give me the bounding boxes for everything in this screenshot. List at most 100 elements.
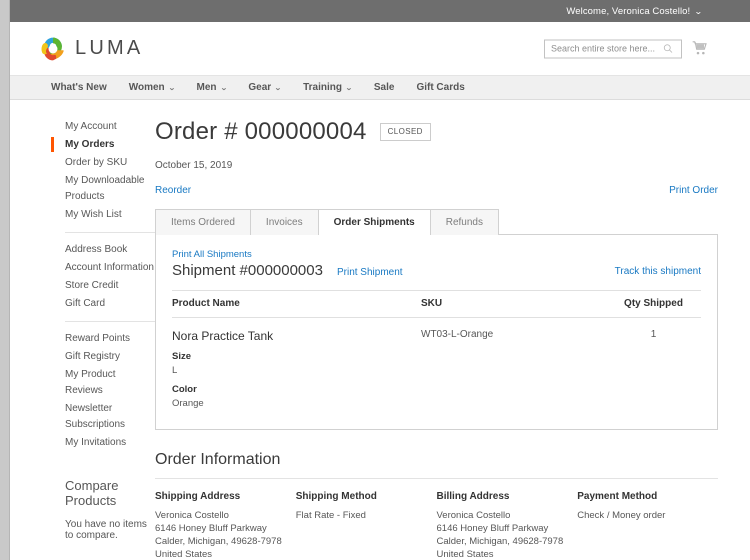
- product-name: Nora Practice Tank: [172, 329, 274, 343]
- tab-order-shipments[interactable]: Order Shipments: [317, 209, 431, 236]
- option-value-color: Orange: [172, 398, 204, 409]
- sidebar-divider-2: [65, 321, 155, 322]
- nav-item-label: Training: [303, 82, 342, 93]
- tab-invoices[interactable]: Invoices: [249, 209, 319, 235]
- account-nav-group-2: Address Book Account Information Store C…: [55, 241, 155, 313]
- shipping-address-heading: Shipping Address: [155, 491, 241, 502]
- search-icon[interactable]: [663, 44, 673, 54]
- order-actions: Reorder Print Order: [155, 185, 718, 196]
- shipment-header: Shipment #000000003 Print Shipment Track…: [172, 262, 701, 279]
- sidebar-item-my-account[interactable]: My Account: [55, 118, 155, 136]
- shipping-method-value: Flat Rate - Fixed: [295, 510, 366, 521]
- shipping-address-line: Calder, Michigan, 49628-7978: [155, 536, 282, 547]
- nav-item-4[interactable]: Training ⌄: [292, 82, 363, 93]
- sidebar-item-gift-registry[interactable]: Gift Registry: [55, 348, 155, 366]
- nav-item-1[interactable]: Women ⌄: [118, 82, 186, 93]
- sidebar-item-my-downloadable-products[interactable]: My Downloadable Products: [55, 172, 155, 206]
- option-label-color: Color: [172, 384, 197, 395]
- print-order-link[interactable]: Print Order: [669, 185, 718, 196]
- billing-address-line: Veronica Costello: [436, 510, 511, 521]
- nav-item-label: Sale: [373, 82, 395, 93]
- chevron-down-icon: ⌄: [274, 84, 282, 92]
- shipping-address-block: Shipping Address Veronica Costello 6146 …: [155, 491, 296, 560]
- nav-item-5[interactable]: Sale: [363, 82, 406, 93]
- shipment-items-table: Product Name SKU Qty Shipped Nora Practi…: [172, 290, 701, 409]
- order-information-columns: Shipping Address Veronica Costello 6146 …: [155, 491, 718, 560]
- tab-items-ordered[interactable]: Items Ordered: [155, 209, 251, 235]
- order-date: October 15, 2019: [155, 160, 233, 171]
- billing-address-line: 6146 Honey Bluff Parkway: [436, 523, 549, 534]
- sidebar-item-account-information[interactable]: Account Information: [55, 259, 155, 277]
- page-root: Welcome, Veronica Costello! ⌄ LUMA Searc…: [0, 0, 750, 560]
- chevron-down-icon: ⌄: [694, 7, 704, 16]
- sidebar-item-gift-card[interactable]: Gift Card: [55, 295, 155, 313]
- billing-address-heading: Billing Address: [436, 491, 510, 502]
- shipment-table-body: Nora Practice Tank Size L Color Orange W…: [172, 318, 701, 409]
- nav-item-label: Gift Cards: [416, 82, 465, 93]
- nav-item-label: Gear: [248, 82, 272, 93]
- welcome-text: Welcome, Veronica Costello!: [566, 6, 691, 17]
- chevron-down-icon: ⌄: [219, 84, 228, 92]
- site-logo[interactable]: LUMA: [40, 36, 143, 62]
- column-header-product-name: Product Name: [172, 290, 421, 318]
- compare-products-title: Compare Products: [65, 478, 119, 508]
- cell-product-name: Nora Practice Tank Size L Color Orange: [172, 318, 421, 409]
- sidebar-item-my-orders[interactable]: My Orders: [51, 136, 155, 154]
- account-nav-group-1: My Account My Orders Order by SKU My Dow…: [51, 118, 155, 224]
- nav-item-2[interactable]: Men ⌄: [186, 82, 238, 93]
- tab-refunds[interactable]: Refunds: [429, 209, 499, 235]
- header-right-controls: [544, 39, 708, 58]
- option-label-size: Size: [172, 351, 192, 362]
- nav-item-label: Men: [196, 82, 217, 93]
- chevron-down-icon: ⌄: [167, 84, 176, 92]
- site-header: LUMA: [10, 22, 750, 75]
- account-sidebar: My Account My Orders Order by SKU My Dow…: [10, 118, 155, 560]
- track-shipment-link[interactable]: Track this shipment: [615, 266, 701, 277]
- shipping-method-block: Shipping Method Flat Rate - Fixed: [296, 491, 437, 560]
- nav-item-label: What's New: [51, 82, 107, 93]
- payment-method-block: Payment Method Check / Money order: [577, 491, 718, 560]
- billing-address-line: Calder, Michigan, 49628-7978: [436, 536, 564, 547]
- compare-products-empty-text: You have no items to compare.: [65, 519, 147, 541]
- logo-text: LUMA: [75, 37, 144, 59]
- page-shell: Welcome, Veronica Costello! ⌄ LUMA Searc…: [10, 0, 750, 560]
- sidebar-item-address-book[interactable]: Address Book: [55, 241, 155, 259]
- page-title-row: Order # 000000004 CLOSED: [155, 118, 718, 146]
- luma-logo-icon: [41, 37, 64, 60]
- page-title: Order # 000000004: [155, 118, 367, 145]
- sidebar-item-my-invitations[interactable]: My Invitations: [55, 434, 155, 452]
- payment-method-value: Check / Money order: [577, 510, 666, 521]
- sidebar-item-my-product-reviews[interactable]: My Product Reviews: [55, 366, 155, 400]
- status-badge: CLOSED: [379, 123, 431, 141]
- nav-item-0[interactable]: What's New: [40, 82, 118, 93]
- main-navigation: What's New Women ⌄ Men ⌄ Gear ⌄ Training…: [10, 75, 750, 100]
- order-main-content: Order # 000000004 CLOSED October 15, 201…: [155, 118, 750, 560]
- compare-products-block: Compare Products You have no items to co…: [55, 478, 155, 541]
- sidebar-item-newsletter-subscriptions[interactable]: Newsletter Subscriptions: [55, 400, 155, 434]
- table-row: Nora Practice Tank Size L Color Orange W…: [172, 318, 701, 409]
- shipping-address-line: 6146 Honey Bluff Parkway: [155, 523, 267, 534]
- sidebar-item-reward-points[interactable]: Reward Points: [55, 330, 155, 348]
- reorder-link[interactable]: Reorder: [155, 185, 191, 196]
- search-input[interactable]: [551, 41, 663, 56]
- column-header-sku: SKU: [421, 290, 606, 318]
- shopping-cart-icon[interactable]: [692, 41, 708, 57]
- billing-address-line: United States: [436, 549, 494, 560]
- order-tabs: Items Ordered Invoices Order Shipments R…: [155, 209, 718, 236]
- order-shipments-panel: Print All Shipments Shipment #000000003 …: [155, 234, 718, 430]
- option-value-size: L: [172, 365, 178, 376]
- nav-item-3[interactable]: Gear ⌄: [237, 82, 292, 93]
- cell-sku: WT03-L-Orange: [421, 329, 494, 340]
- sidebar-item-store-credit[interactable]: Store Credit: [55, 277, 155, 295]
- sidebar-item-my-wish-list[interactable]: My Wish List: [55, 206, 155, 224]
- nav-item-6[interactable]: Gift Cards: [405, 82, 475, 93]
- print-all-shipments-link[interactable]: Print All Shipments: [172, 249, 701, 260]
- account-nav-group-3: Reward Points Gift Registry My Product R…: [55, 330, 155, 452]
- sidebar-item-order-by-sku[interactable]: Order by SKU: [55, 154, 155, 172]
- billing-address-block: Billing Address Veronica Costello 6146 H…: [437, 491, 578, 560]
- shipping-address-line: Veronica Costello: [155, 510, 229, 521]
- welcome-menu[interactable]: Welcome, Veronica Costello! ⌄: [566, 5, 704, 17]
- print-shipment-link[interactable]: Print Shipment: [337, 267, 403, 278]
- search-box[interactable]: [544, 39, 682, 58]
- column-header-qty-shipped: Qty Shipped: [606, 290, 701, 318]
